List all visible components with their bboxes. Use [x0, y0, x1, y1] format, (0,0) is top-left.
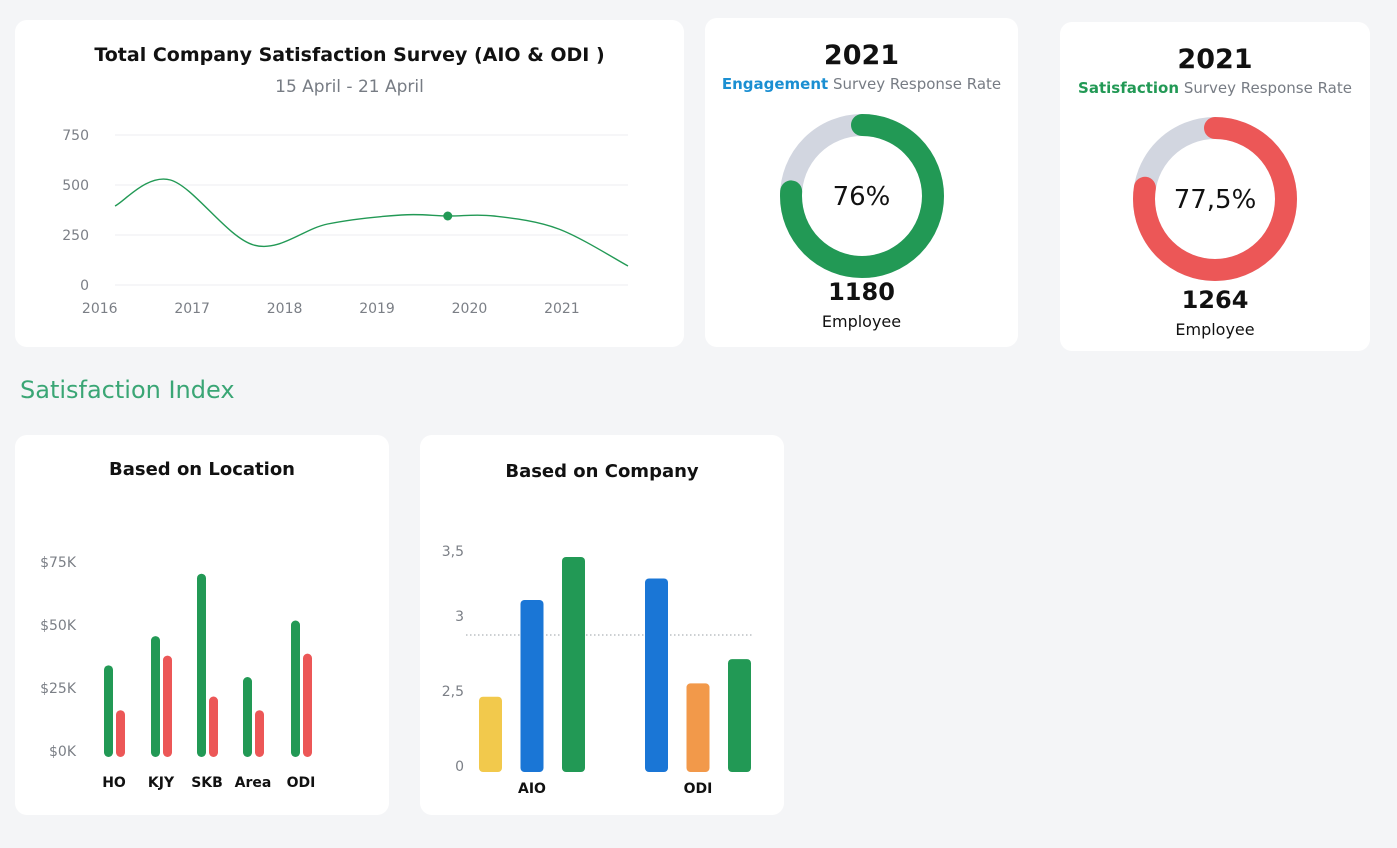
- company-bar: [562, 557, 585, 772]
- location-x-label: Area: [235, 775, 272, 791]
- line-series: [114, 178, 629, 267]
- engagement-count-label: Employee: [821, 312, 902, 331]
- location-bar: [104, 665, 113, 757]
- survey-line-chart: 750 500 250 0 2016 2017 2018 2019 2020 2021: [62, 128, 629, 317]
- company-bar-chart: 3,5 3 2,5 0 AIO ODI: [442, 544, 752, 797]
- satisfaction-count-label: Employee: [1175, 320, 1255, 339]
- company-y-tick: 2,5: [442, 684, 464, 700]
- location-x-label: ODI: [287, 775, 316, 791]
- line-x-tick: 2018: [267, 301, 303, 317]
- location-bar: [163, 655, 172, 757]
- survey-card: Total Company Satisfaction Survey (AIO &…: [15, 20, 684, 347]
- satisfaction-percent: 77,5%: [1173, 185, 1257, 215]
- section-title: Satisfaction Index: [20, 376, 235, 404]
- location-x-label: SKB: [191, 775, 223, 791]
- line-highlight-point: [443, 211, 453, 221]
- location-bar-chart: $75K $50K $25K $0K HO KJY SKB Area ODI: [40, 555, 316, 791]
- line-y-tick: 500: [62, 178, 89, 194]
- satisfaction-card: 2021 Satisfaction Survey Response Rate 7…: [1060, 22, 1370, 351]
- company-bar: [520, 600, 544, 772]
- satisfaction-count: 1264: [1181, 286, 1249, 314]
- company-card: Based on Company 3,5 3 2,5 0 AIO ODI: [420, 435, 784, 815]
- engagement-card: 2021 Engagement Survey Response Rate 76%…: [705, 18, 1018, 347]
- location-y-tick: $0K: [49, 744, 77, 760]
- location-y-tick: $25K: [40, 681, 77, 697]
- line-y-tick: 0: [80, 278, 89, 294]
- company-x-label: ODI: [684, 781, 713, 797]
- line-x-tick: 2020: [452, 301, 488, 317]
- line-x-tick: 2017: [174, 301, 210, 317]
- engagement-percent: 76%: [832, 182, 891, 212]
- company-x-label: AIO: [518, 781, 546, 797]
- company-bar: [686, 683, 710, 772]
- line-x-tick: 2021: [544, 301, 580, 317]
- engagement-count: 1180: [828, 278, 895, 306]
- company-y-tick: 3: [455, 609, 464, 625]
- location-bar: [197, 573, 206, 757]
- company-bar: [479, 696, 502, 772]
- location-y-tick: $75K: [40, 555, 77, 571]
- location-y-tick: $50K: [40, 618, 77, 634]
- line-y-tick: 250: [62, 228, 89, 244]
- company-y-tick: 3,5: [442, 544, 464, 560]
- company-bar: [645, 578, 668, 772]
- location-bar: [255, 710, 264, 757]
- location-bar: [151, 636, 160, 757]
- location-bar: [209, 696, 218, 757]
- location-bar: [291, 620, 300, 757]
- location-bar: [303, 653, 312, 757]
- location-x-label: HO: [102, 775, 126, 791]
- location-x-label: KJY: [148, 775, 175, 791]
- company-bar: [728, 659, 751, 772]
- location-bar: [116, 710, 125, 757]
- line-x-tick: 2016: [82, 301, 118, 317]
- location-card: Based on Location $75K $50K $25K $0K HO KJY SK…: [15, 435, 389, 815]
- location-bar: [243, 677, 252, 757]
- line-x-tick: 2019: [359, 301, 395, 317]
- line-y-tick: 750: [62, 128, 89, 144]
- company-y-tick: 0: [455, 759, 464, 775]
